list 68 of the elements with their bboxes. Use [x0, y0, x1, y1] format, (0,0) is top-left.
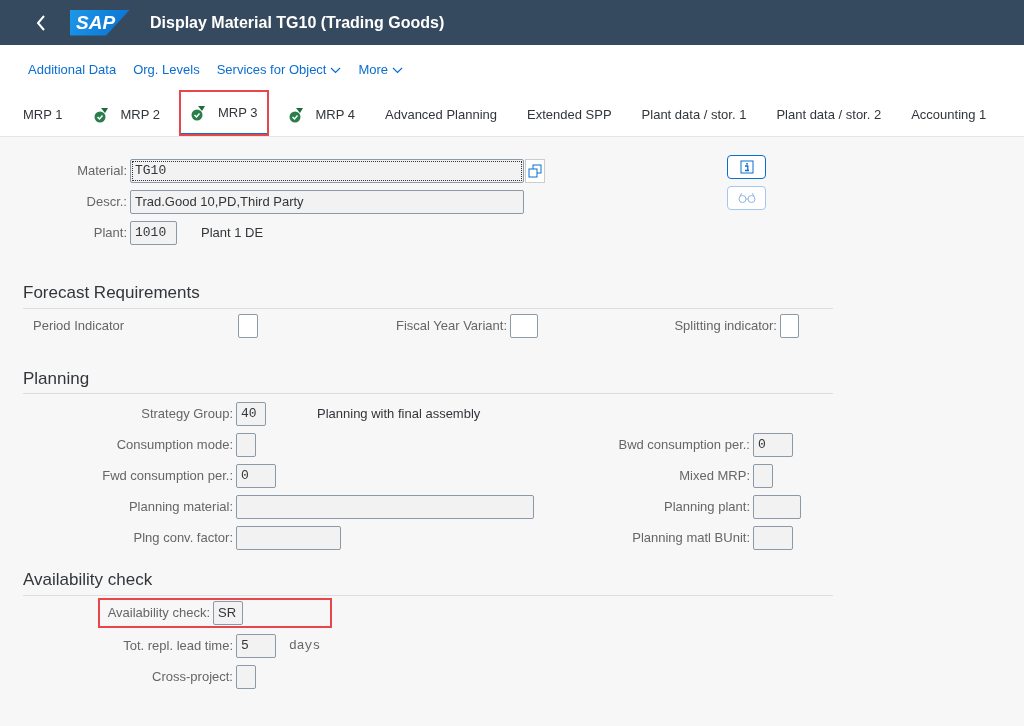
field-label: Fwd consumption per.:: [101, 466, 233, 485]
glasses-icon: [737, 192, 756, 204]
input-field[interactable]: [236, 494, 534, 519]
field-label: Material:: [76, 161, 127, 180]
input-field[interactable]: [510, 313, 538, 338]
field-label: Descr.:: [85, 192, 127, 211]
field-label: Tot. repl. lead time:: [122, 637, 233, 656]
logo: SAP: [70, 9, 130, 36]
input-field[interactable]: [753, 494, 801, 519]
section-title: Planning: [23, 367, 91, 390]
tab[interactable]: Extended SPP: [516, 94, 623, 136]
plant-name: Plant 1 DE: [201, 223, 264, 242]
chevron-down-icon: [392, 66, 404, 74]
window-title: Display Material TG10 (Trading Goods): [150, 12, 445, 33]
input-field[interactable]: SR: [213, 600, 243, 625]
toolbar-link[interactable]: Services for Object: [216, 60, 342, 80]
field-label: Bwd consumption per.:: [618, 435, 750, 454]
tab[interactable]: Plant data / stor. 2: [765, 94, 893, 136]
field-description: Planning with final assembly: [317, 404, 481, 423]
input-field[interactable]: [236, 665, 256, 689]
tab[interactable]: MRP 2: [81, 94, 171, 136]
tab[interactable]: Accounting 1: [900, 94, 998, 136]
input-field[interactable]: 5: [236, 634, 276, 658]
input-field[interactable]: [236, 432, 256, 457]
input-field[interactable]: Trad.Good 10,PD,Third Party: [130, 189, 524, 214]
input-field[interactable]: 0: [753, 432, 793, 457]
unit-label: days: [289, 637, 321, 656]
back-icon[interactable]: [36, 14, 46, 31]
input-field[interactable]: TG10: [130, 158, 524, 183]
chevron-down-icon: [330, 66, 342, 74]
field-label: Splitting indicator:: [673, 316, 777, 335]
copy-icon[interactable]: [525, 158, 545, 183]
tab[interactable]: MRP 4: [276, 94, 366, 136]
field-label: Planning plant:: [664, 497, 750, 516]
input-field[interactable]: [753, 463, 773, 488]
status-check-icon: [92, 107, 109, 123]
toolbar-link[interactable]: Org. Levels: [133, 60, 200, 80]
tab[interactable]: Plant data / stor. 1: [630, 94, 758, 136]
tab[interactable]: MRP 3: [179, 90, 269, 136]
field-label: Planning material:: [127, 497, 233, 516]
section-title: Forecast Requirements: [23, 282, 201, 304]
input-field[interactable]: [780, 313, 799, 338]
field-label: Cross-project:: [151, 668, 233, 687]
section-title: Availability check: [23, 569, 154, 591]
field-label: Plant:: [92, 223, 127, 242]
field-label: Period Indicator: [33, 316, 126, 335]
field-label: Fiscal Year Variant:: [394, 316, 507, 335]
field-label: Plng conv. factor:: [132, 528, 233, 547]
toolbar-link[interactable]: More: [358, 60, 404, 80]
input-field[interactable]: [236, 525, 341, 550]
field-label: Planning matl BUnit:: [632, 528, 750, 547]
status-check-icon: [190, 105, 206, 121]
info-icon: [739, 160, 754, 174]
field-label: Consumption mode:: [115, 435, 233, 454]
field-label: Availability check:: [106, 603, 210, 622]
input-field[interactable]: [753, 525, 793, 550]
input-field[interactable]: 1010: [130, 220, 177, 245]
field-label: Mixed MRP:: [679, 466, 750, 485]
glasses-button[interactable]: [727, 186, 766, 210]
toolbar-link[interactable]: Additional Data: [28, 60, 117, 80]
field-label: Strategy Group:: [140, 404, 233, 423]
status-check-icon: [287, 107, 304, 123]
input-field[interactable]: [238, 313, 258, 338]
input-field[interactable]: 0: [236, 463, 276, 488]
info-button[interactable]: [727, 155, 766, 179]
tab[interactable]: Advanced Planning: [374, 94, 509, 136]
tab[interactable]: MRP 1: [12, 94, 74, 136]
input-field[interactable]: 40: [236, 401, 266, 426]
